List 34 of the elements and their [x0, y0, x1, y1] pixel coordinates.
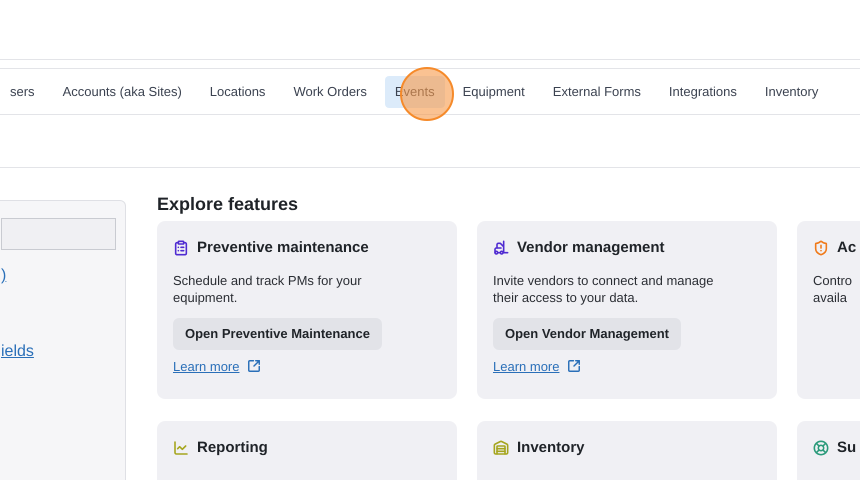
external-link-icon	[567, 359, 582, 374]
nav-tab[interactable]: Locations	[200, 76, 276, 108]
nav-tab[interactable]: Accounts (aka Sites)	[52, 76, 192, 108]
learn-more-link[interactable]: Learn more	[173, 356, 240, 376]
sidebar-link[interactable]: ields	[1, 340, 116, 364]
clipboard-icon	[173, 240, 189, 256]
card-title: Reporting	[197, 438, 268, 458]
nav-tab[interactable]: Inventory	[754, 76, 828, 108]
sidebar-link[interactable]: )	[1, 264, 116, 288]
section-title: Explore features	[157, 193, 300, 215]
line-chart-icon	[173, 440, 189, 456]
card-description: Contro	[813, 272, 854, 288]
warehouse-icon	[493, 440, 509, 456]
nav-tab[interactable]: Equipment	[452, 76, 535, 108]
forklift-icon	[493, 240, 509, 256]
card-title: Ac	[837, 238, 856, 258]
lifebuoy-icon	[813, 440, 829, 456]
nav-tab[interactable]: Work Orders	[283, 76, 377, 108]
open-button[interactable]: Open Preventive Maintenance	[173, 318, 382, 350]
card-title: Preventive maintenance	[197, 238, 369, 258]
card-description: availa	[813, 288, 848, 306]
search-field[interactable]	[1, 218, 116, 250]
nav-tab[interactable]: Integrations	[658, 76, 747, 108]
external-link-icon	[247, 359, 262, 374]
learn-more-link[interactable]: Learn more	[493, 356, 560, 376]
shield-icon	[813, 240, 829, 256]
card-description: Schedule and track PMs for your equipment.	[173, 272, 363, 306]
open-button[interactable]: Open Vendor Management	[493, 318, 681, 350]
card-title: Vendor management	[517, 238, 665, 258]
card-title: Su	[837, 438, 856, 458]
card-title: Inventory	[517, 438, 585, 458]
nav-tab[interactable]: External Forms	[542, 76, 651, 108]
card-description: Invite vendors to connect and manage their access to your data.	[493, 272, 714, 306]
nav-tab[interactable]: sers	[0, 76, 45, 108]
